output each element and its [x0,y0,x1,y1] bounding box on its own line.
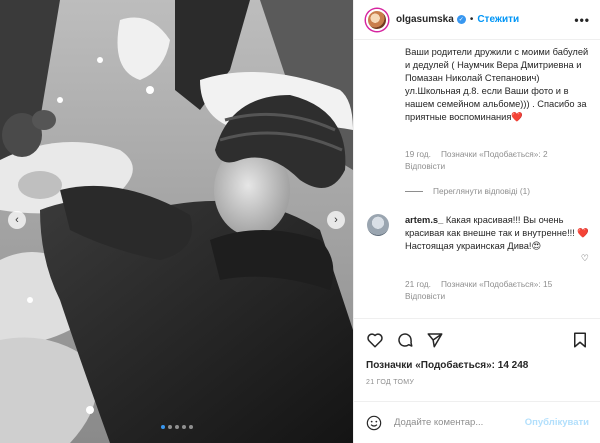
post-media[interactable]: ‹ › [0,0,353,443]
comment-text: Ваши родители дружили с моими бабулей и … [405,47,589,122]
emoji-icon[interactable] [366,415,382,431]
chevron-right-icon: › [334,213,338,226]
like-button[interactable] [366,331,384,349]
comment-button[interactable] [396,331,414,349]
comment-composer: Додайте коментар... Опублікувати [354,401,600,443]
comment-likes-link[interactable]: Позначки «Подобається»: 2 [441,149,548,159]
heart-emoji: ❤️ [577,227,589,238]
post-header: olgasumska ✓ • Стежити ••• [354,0,600,40]
comment-reply-button[interactable]: Відповісти [405,161,445,171]
comment-like-heart-icon[interactable]: ♡ [581,253,589,264]
commenter-username[interactable]: artem.s_ [405,215,443,225]
carousel-prev-button[interactable]: ‹ [8,211,26,229]
instagram-post: ‹ › olgasumska ✓ • Стежити ••• Ваши роди… [0,0,600,443]
verified-badge-icon: ✓ [456,15,466,24]
heart-icon [367,332,383,347]
follow-button[interactable]: Стежити [477,14,519,25]
post-side-panel: olgasumska ✓ • Стежити ••• Ваши родители… [353,0,600,443]
view-replies-label: Переглянути відповіді (1) [433,186,531,196]
comment-age: 21 год. [405,279,431,289]
comment-text: artem.s_ Какая красивая!!! Вы очень крас… [405,215,589,251]
bookmark-icon [574,332,586,347]
comment-age: 19 год. [405,149,431,159]
heart-emoji: ❤️ [511,111,523,122]
carousel-indicator [0,425,353,429]
comment-reply-button[interactable]: Відповісти [405,291,445,301]
save-button[interactable] [571,331,589,349]
likes-count[interactable]: Позначки «Подобається»: 14 248 [366,360,528,371]
chevron-left-icon: ‹ [15,213,19,226]
more-options-button[interactable]: ••• [574,13,590,27]
publish-button[interactable]: Опублікувати [525,417,589,428]
comment-likes-link[interactable]: Позначки «Подобається»: 15 [441,279,552,289]
author-username[interactable]: olgasumska [396,14,454,25]
commenter-avatar[interactable] [367,214,389,236]
heart-eyes-emoji: 😍 [531,240,542,251]
post-photo [0,0,353,443]
carousel-dot [160,425,165,429]
comments-list[interactable]: Ваши родители дружили с моими бабулей и … [354,40,600,318]
comment-meta: 21 год. Позначки «Подобається»: 15 Відпов… [405,278,585,302]
view-replies-button[interactable]: Переглянути відповіді (1) [405,186,530,196]
share-button[interactable] [426,331,444,349]
comment-icon [398,332,413,347]
header-separator: • [469,14,474,25]
post-actions-bar [354,318,600,360]
send-icon [427,332,443,347]
post-timestamp[interactable]: 21 ГОД ТОМУ [366,379,414,386]
carousel-dot [181,425,186,429]
carousel-dot [188,425,193,429]
comment-input[interactable]: Додайте коментар... [394,417,525,428]
carousel-dot [174,425,179,429]
replies-divider [405,190,423,192]
author-avatar[interactable] [366,8,388,31]
carousel-dot [167,425,172,429]
comment-meta: 19 год. Позначки «Подобається»: 2 Відпові… [405,148,585,172]
carousel-next-button[interactable]: › [327,211,345,229]
